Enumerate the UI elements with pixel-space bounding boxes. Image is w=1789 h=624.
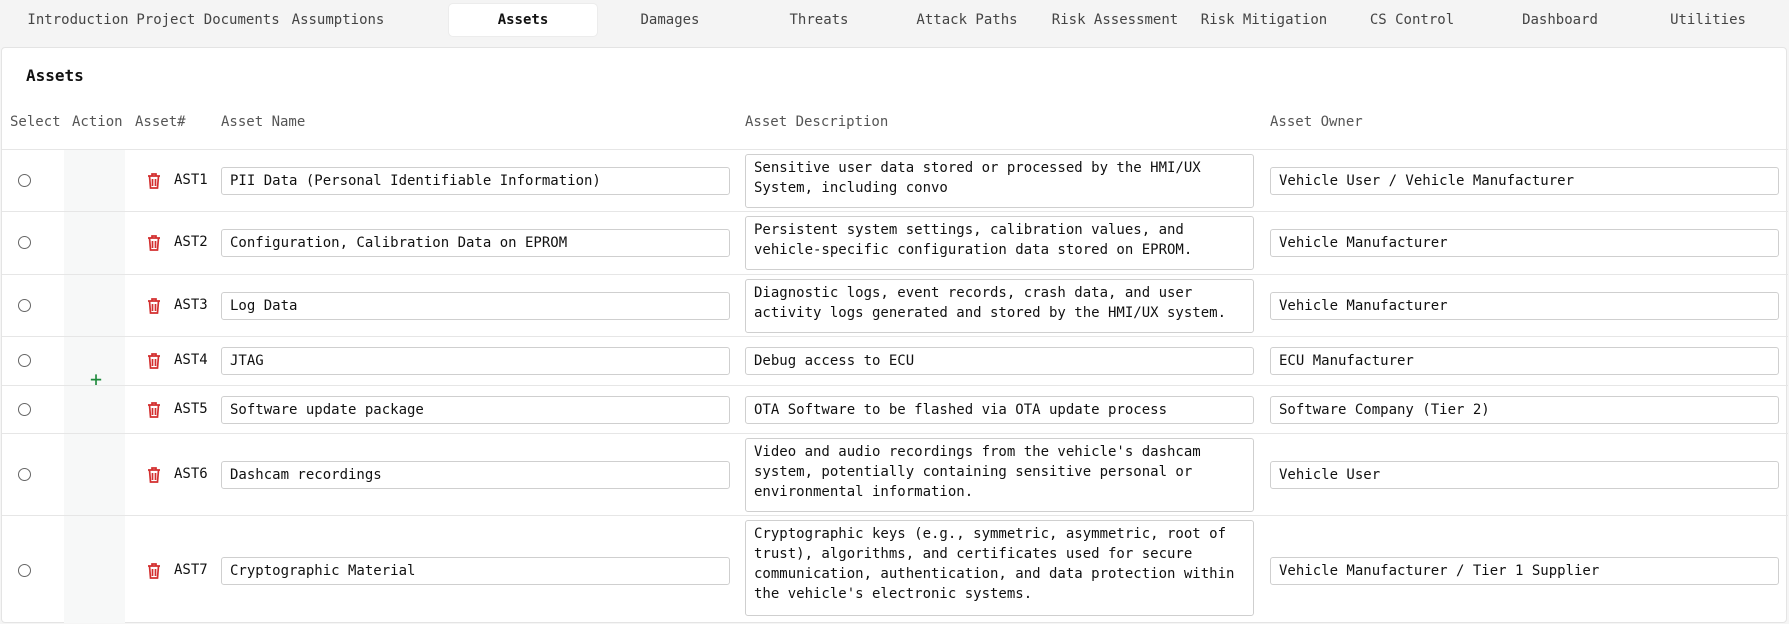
tab-attack-paths[interactable]: Attack Paths	[893, 4, 1041, 36]
asset-name-input[interactable]: PII Data (Personal Identifiable Informat…	[221, 167, 730, 195]
header-asset-owner: Asset Owner	[1270, 114, 1363, 130]
table-row: AST2 Configuration, Calibration Data on …	[2, 211, 1788, 274]
assets-panel: Assets Select Action Asset# Asset Name A…	[1, 47, 1788, 623]
header-asset-number: Asset#	[135, 114, 186, 130]
trash-icon[interactable]	[146, 234, 162, 252]
row-select-radio[interactable]	[18, 564, 31, 577]
row-select-radio[interactable]	[18, 299, 31, 312]
tab-utilities[interactable]: Utilities	[1634, 4, 1782, 36]
trash-icon[interactable]	[146, 562, 162, 580]
asset-name-input[interactable]: Configuration, Calibration Data on EPROM	[221, 229, 730, 257]
table-row: AST4 JTAG Debug access to ECU ECU Manufa…	[2, 336, 1788, 385]
table-row: AST7 Cryptographic Material Cryptographi…	[2, 515, 1788, 623]
trash-icon[interactable]	[146, 352, 162, 370]
tab-threats[interactable]: Threats	[745, 4, 893, 36]
trash-icon[interactable]	[146, 297, 162, 315]
asset-owner-input[interactable]: Vehicle Manufacturer	[1270, 229, 1779, 257]
row-select-radio[interactable]	[18, 174, 31, 187]
asset-id: AST5	[174, 401, 208, 417]
asset-name-input[interactable]: Dashcam recordings	[221, 461, 730, 489]
asset-description-input[interactable]: Cryptographic keys (e.g., symmetric, asy…	[745, 520, 1254, 616]
header-asset-description: Asset Description	[745, 114, 889, 130]
tab-cs-control[interactable]: CS Control	[1338, 4, 1486, 36]
row-select-radio[interactable]	[18, 403, 31, 416]
asset-id: AST6	[174, 466, 208, 482]
asset-name-input[interactable]: Software update package	[221, 396, 730, 424]
tab-risk-mitigation[interactable]: Risk Mitigation	[1190, 4, 1338, 36]
tab-dashboard[interactable]: Dashboard	[1486, 4, 1634, 36]
header-asset-name: Asset Name	[221, 114, 306, 130]
row-select-radio[interactable]	[18, 468, 31, 481]
asset-name-input[interactable]: Log Data	[221, 292, 730, 320]
tab-project-documents[interactable]: Project Documents	[134, 4, 282, 36]
asset-id: AST1	[174, 172, 208, 188]
tab-assumptions[interactable]: Assumptions	[264, 4, 412, 36]
asset-owner-input[interactable]: Vehicle User / Vehicle Manufacturer	[1270, 167, 1779, 195]
asset-description-input[interactable]: OTA Software to be flashed via OTA updat…	[745, 396, 1254, 424]
asset-owner-input[interactable]: Vehicle User	[1270, 461, 1779, 489]
tab-damages[interactable]: Damages	[596, 4, 744, 36]
row-select-radio[interactable]	[18, 236, 31, 249]
table-row: AST3 Log Data Diagnostic logs, event rec…	[2, 274, 1788, 336]
asset-description-input[interactable]: Debug access to ECU	[745, 347, 1254, 375]
asset-name-input[interactable]: JTAG	[221, 347, 730, 375]
tab-introduction[interactable]: Introduction	[4, 4, 152, 36]
tab-assets[interactable]: Assets	[449, 4, 597, 36]
tab-risk-assessment[interactable]: Risk Assessment	[1041, 4, 1189, 36]
asset-name-input[interactable]: Cryptographic Material	[221, 557, 730, 585]
asset-description-input[interactable]: Video and audio recordings from the vehi…	[745, 438, 1254, 512]
row-select-radio[interactable]	[18, 354, 31, 367]
table-row: AST1 PII Data (Personal Identifiable Inf…	[2, 149, 1788, 211]
asset-owner-input[interactable]: ECU Manufacturer	[1270, 347, 1779, 375]
asset-owner-input[interactable]: Software Company (Tier 2)	[1270, 396, 1779, 424]
asset-description-input[interactable]: Sensitive user data stored or processed …	[745, 154, 1254, 208]
asset-owner-input[interactable]: Vehicle Manufacturer	[1270, 292, 1779, 320]
panel-title: Assets	[26, 66, 84, 85]
trash-icon[interactable]	[146, 466, 162, 484]
asset-id: AST7	[174, 562, 208, 578]
asset-description-input[interactable]: Persistent system settings, calibration …	[745, 216, 1254, 270]
trash-icon[interactable]	[146, 401, 162, 419]
asset-owner-input[interactable]: Vehicle Manufacturer / Tier 1 Supplier	[1270, 557, 1779, 585]
header-select: Select	[10, 114, 61, 130]
trash-icon[interactable]	[146, 172, 162, 190]
asset-description-input[interactable]: Diagnostic logs, event records, crash da…	[745, 279, 1254, 333]
asset-id: AST4	[174, 352, 208, 368]
asset-id: AST2	[174, 234, 208, 250]
header-action: Action	[72, 114, 123, 130]
asset-id: AST3	[174, 297, 208, 313]
table-row: AST6 Dashcam recordings Video and audio …	[2, 433, 1788, 515]
tab-bar: Introduction Project Documents Assumptio…	[0, 0, 1789, 40]
table-row: AST5 Software update package OTA Softwar…	[2, 385, 1788, 433]
